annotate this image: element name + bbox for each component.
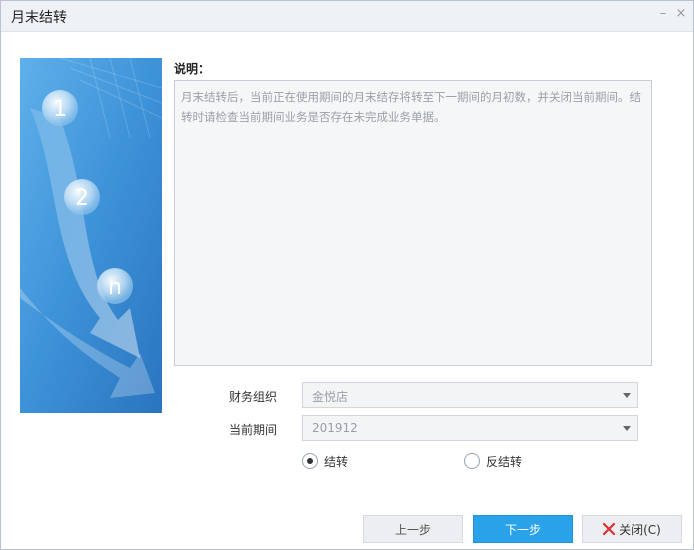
svg-text:1: 1 <box>53 97 67 122</box>
wizard-banner-image: 1 2 n <box>20 58 162 413</box>
period-value: 201912 <box>312 421 358 435</box>
chevron-down-icon <box>623 393 631 398</box>
chevron-down-icon <box>623 426 631 431</box>
previous-button[interactable]: 上一步 <box>363 515 463 543</box>
period-label: 当前期间 <box>228 423 277 437</box>
description-label: 说明： <box>174 62 211 76</box>
period-select[interactable]: 201912 <box>302 415 638 441</box>
org-select[interactable]: 金悦店 <box>302 382 638 408</box>
step-n-icon: n <box>97 268 133 304</box>
step-illustration: 1 2 n <box>20 58 162 413</box>
minimize-icon[interactable]: – <box>655 6 671 22</box>
description-text: 月末结转后，当前正在使用期间的月末结存将转至下一期间的月初数，并关闭当前期间。结… <box>181 90 641 124</box>
reverse-carry-radio[interactable]: 反结转 <box>464 452 522 470</box>
step-2-icon: 2 <box>64 179 100 215</box>
dialog-title: 月末结转 <box>11 10 67 26</box>
radio-checked-icon <box>302 453 318 469</box>
close-button[interactable]: 关闭(C) <box>582 515 682 543</box>
month-end-dialog: 月末结转 – × 1 2 n 说明： 月末结转后，当前正在使用期间的月末结存将转… <box>0 0 694 550</box>
close-x-icon <box>603 523 616 535</box>
next-button[interactable]: 下一步 <box>473 515 573 543</box>
svg-text:n: n <box>108 275 122 300</box>
carry-forward-radio[interactable]: 结转 <box>302 452 348 470</box>
description-textarea[interactable]: 月末结转后，当前正在使用期间的月末结存将转至下一期间的月初数，并关闭当前期间。结… <box>174 80 652 366</box>
reverse-carry-label: 反结转 <box>486 454 523 469</box>
carry-forward-label: 结转 <box>324 454 349 469</box>
step-1-icon: 1 <box>42 90 78 126</box>
org-value: 金悦店 <box>312 390 349 404</box>
radio-unchecked-icon <box>464 453 480 469</box>
org-label: 财务组织 <box>228 390 277 404</box>
title-bar[interactable]: 月末结转 – × <box>1 1 693 32</box>
svg-text:2: 2 <box>75 186 89 211</box>
close-window-icon[interactable]: × <box>673 6 689 22</box>
close-button-label: 关闭(C) <box>619 522 661 537</box>
